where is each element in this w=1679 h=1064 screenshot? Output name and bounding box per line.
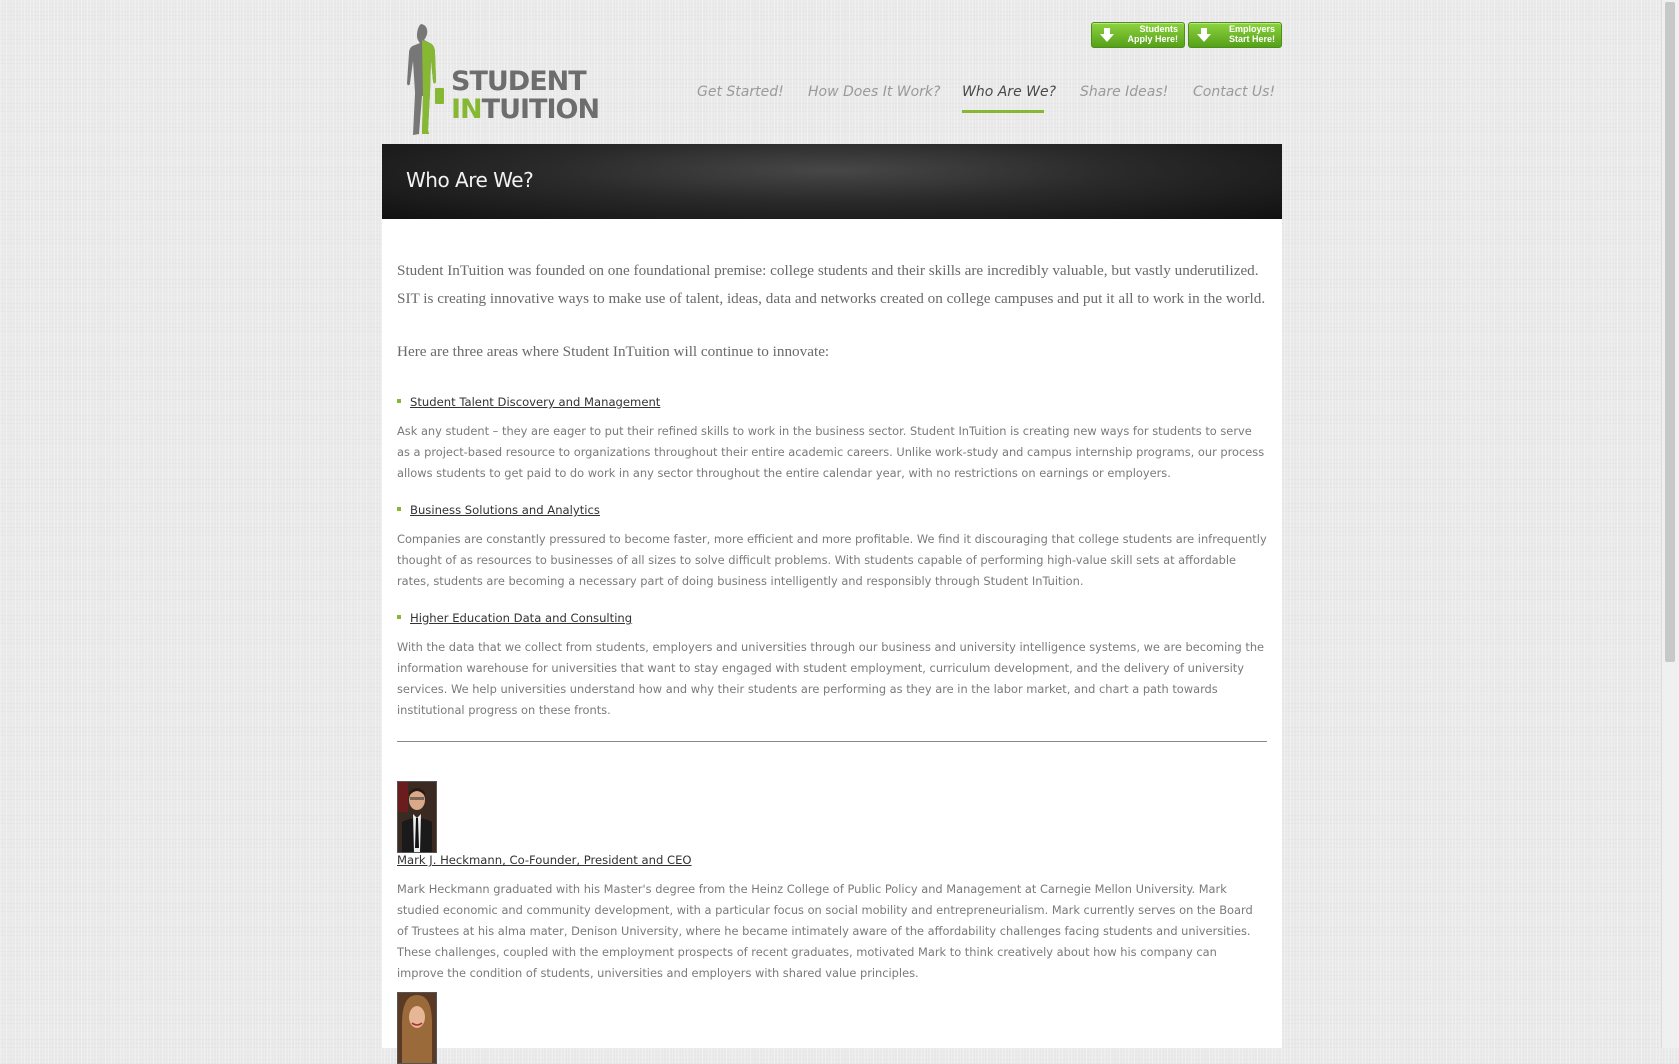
area-title-higher-ed-text: Higher Education Data and Consulting	[410, 611, 633, 625]
person-photo-icon	[398, 993, 436, 1063]
down-arrow-icon	[1197, 28, 1211, 42]
students-apply-line1: Students	[1139, 24, 1178, 34]
nav-share-ideas[interactable]: Share Ideas!	[1080, 84, 1168, 100]
area-title-business[interactable]: Business Solutions and Analytics	[397, 503, 600, 517]
area-title-talent-text: Student Talent Discovery and Management	[410, 395, 661, 409]
team-photo-heckmann[interactable]	[397, 781, 437, 853]
content-panel: Student InTuition was founded on one fou…	[382, 219, 1282, 1064]
students-apply-label: Students Apply Here!	[1118, 24, 1178, 44]
area-text-talent: Ask any student – they are eager to put …	[397, 424, 1265, 480]
area-title-higher-ed[interactable]: Higher Education Data and Consulting	[397, 611, 632, 625]
nav-contact-us[interactable]: Contact Us!	[1193, 84, 1275, 100]
employers-start-button[interactable]: Employers Start Here!	[1188, 22, 1282, 48]
logo-word-tuition: TUITION	[481, 94, 600, 125]
logo-word-in: IN	[451, 94, 483, 125]
areas-lead: Here are three areas where Student InTui…	[397, 343, 830, 360]
area-title-business-text: Business Solutions and Analytics	[410, 503, 600, 517]
logo-word-intuition: INTUITION	[451, 94, 600, 125]
students-apply-line2: Apply Here!	[1127, 34, 1178, 44]
logo-word-student: STUDENT	[451, 66, 587, 97]
section-divider	[397, 741, 1267, 742]
area-text-business: Companies are constantly pressured to be…	[397, 532, 1267, 588]
bullet-icon	[397, 398, 401, 403]
down-arrow-icon	[1100, 28, 1114, 42]
page-title-bar: Who Are We?	[382, 144, 1282, 219]
scrollbar-thumb[interactable]	[1665, 2, 1675, 662]
team-bio-heckmann: Mark Heckmann graduated with his Master'…	[397, 882, 1253, 980]
team-name-heckmann[interactable]: Mark J. Heckmann, Co-Founder, President …	[397, 853, 692, 867]
student-silhouette-icon	[407, 24, 444, 135]
vertical-scrollbar[interactable]	[1661, 0, 1679, 1048]
employers-start-line1: Employers	[1228, 24, 1275, 34]
logo-wordmark: STUDENT INTUITION	[451, 66, 600, 125]
intro-paragraph: Student InTuition was founded on one fou…	[397, 262, 1266, 307]
employers-start-label: Employers Start Here!	[1215, 24, 1275, 44]
nav-get-started[interactable]: Get Started!	[697, 84, 784, 100]
nav-active-indicator	[962, 110, 1044, 113]
bullet-icon	[397, 614, 401, 619]
page-title: Who Are We?	[406, 168, 534, 192]
area-text-higher-ed: With the data that we collect from stude…	[397, 640, 1265, 717]
area-title-talent[interactable]: Student Talent Discovery and Management	[397, 395, 660, 409]
nav-how-does-it-work[interactable]: How Does It Work?	[808, 84, 940, 100]
students-apply-button[interactable]: Students Apply Here!	[1091, 22, 1185, 48]
bullet-icon	[397, 506, 401, 511]
site-logo[interactable]: STUDENT INTUITION	[400, 22, 610, 137]
team-photo-second[interactable]	[397, 992, 437, 1064]
employers-start-line2: Start Here!	[1228, 34, 1275, 44]
nav-who-are-we[interactable]: Who Are We?	[962, 84, 1056, 100]
person-photo-icon	[398, 782, 436, 852]
